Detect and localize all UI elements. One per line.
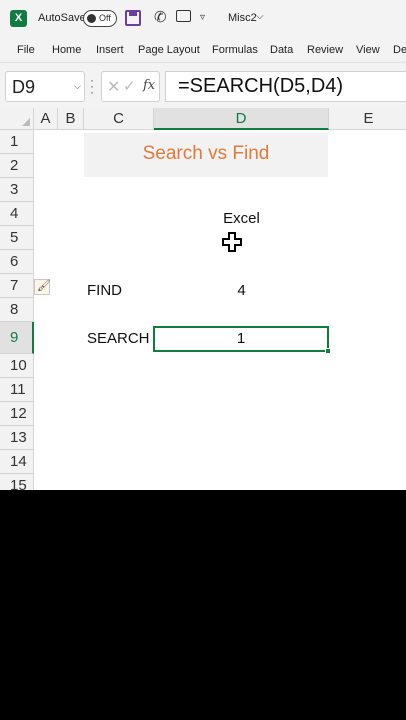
tab-review[interactable]: Review	[307, 44, 343, 56]
autosave-state: Off	[99, 13, 111, 23]
formula-input[interactable]: =SEARCH(D5,D4)	[165, 71, 406, 102]
cell-d9-selected[interactable]: 1	[153, 326, 329, 352]
tab-data[interactable]: Data	[270, 44, 293, 56]
tab-page-layout[interactable]: Page Layout	[138, 44, 200, 56]
autosave-toggle[interactable]: Off	[83, 10, 117, 27]
cell-d7[interactable]: 4	[154, 282, 329, 299]
cell-cursor-icon	[222, 232, 242, 252]
row-header-3[interactable]: 3	[0, 178, 34, 202]
sheet-title: Search vs Find	[142, 143, 270, 164]
autosave-label: AutoSave	[38, 12, 86, 24]
excel-logo-icon: X	[10, 10, 27, 27]
row-header-12[interactable]: 12	[0, 402, 34, 426]
title-block[interactable]: Search vs Find	[84, 133, 328, 177]
paste-options-icon[interactable]: 🖌	[34, 279, 51, 295]
cell-c7[interactable]: FIND	[87, 282, 122, 299]
column-header-e[interactable]: E	[329, 108, 406, 130]
dropdown-icon[interactable]: ▿	[200, 12, 205, 23]
tab-formulas[interactable]: Formulas	[212, 44, 258, 56]
column-header-b[interactable]: B	[58, 108, 84, 130]
row-header-5[interactable]: 5	[0, 226, 34, 250]
toggle-knob	[87, 14, 96, 23]
cell-c9[interactable]: SEARCH	[87, 330, 150, 347]
formula-bar: D9 ⌵ · · · ✕ ✓ fx =SEARCH(D5,D4)	[0, 62, 406, 108]
select-all-corner[interactable]	[0, 108, 34, 130]
phone-icon[interactable]: ✆	[154, 8, 167, 26]
enter-icon[interactable]: ✓	[123, 77, 136, 95]
tab-file[interactable]: File	[17, 44, 35, 56]
column-header-d[interactable]: D	[154, 108, 329, 130]
fill-handle[interactable]	[325, 348, 331, 354]
spreadsheet-grid[interactable]: A B C D E 1 2 3 4 5 6 7 8 9 10 11 12 13 …	[0, 108, 406, 490]
row-header-13[interactable]: 13	[0, 426, 34, 450]
row-header-6[interactable]: 6	[0, 250, 34, 274]
tab-home[interactable]: Home	[52, 44, 81, 56]
row-header-15[interactable]: 15	[0, 474, 34, 490]
tab-developer[interactable]: De	[393, 44, 406, 56]
tab-view[interactable]: View	[356, 44, 380, 56]
cancel-icon[interactable]: ✕	[107, 77, 120, 97]
row-header-4[interactable]: 4	[0, 202, 34, 226]
row-header-8[interactable]: 8	[0, 298, 34, 322]
chevron-down-icon[interactable]: ⌵	[74, 81, 81, 92]
name-box-value: D9	[12, 77, 36, 97]
name-box[interactable]: D9 ⌵	[5, 71, 85, 102]
video-letterbox	[0, 490, 406, 720]
chevron-down-icon[interactable]: ⌵	[256, 11, 264, 22]
insert-function-icon[interactable]: fx	[143, 78, 155, 93]
row-header-10[interactable]: 10	[0, 354, 34, 378]
formula-buttons: ✕ ✓ fx	[101, 71, 160, 102]
ribbon-tabs: File Home Insert Page Layout Formulas Da…	[0, 38, 406, 62]
row-header-7[interactable]: 7	[0, 274, 34, 298]
row-header-9[interactable]: 9	[0, 322, 34, 354]
save-icon[interactable]	[125, 10, 141, 26]
row-header-11[interactable]: 11	[0, 378, 34, 402]
row-header-14[interactable]: 14	[0, 450, 34, 474]
column-header-a[interactable]: A	[34, 108, 58, 130]
share-icon[interactable]	[176, 10, 191, 22]
more-options-icon[interactable]: · · ·	[90, 74, 94, 98]
formula-text: =SEARCH(D5,D4)	[178, 75, 344, 97]
cell-d4[interactable]: Excel	[154, 210, 329, 227]
title-bar: X AutoSave Off ✆ ▿ Misc2 ⌵	[0, 0, 406, 38]
cell-d9-value: 1	[236, 330, 246, 347]
tab-insert[interactable]: Insert	[96, 44, 124, 56]
row-header-1[interactable]: 1	[0, 130, 34, 154]
row-header-2[interactable]: 2	[0, 154, 34, 178]
column-header-c[interactable]: C	[84, 108, 154, 130]
corner-triangle-icon	[22, 118, 30, 126]
document-title[interactable]: Misc2	[228, 12, 257, 24]
